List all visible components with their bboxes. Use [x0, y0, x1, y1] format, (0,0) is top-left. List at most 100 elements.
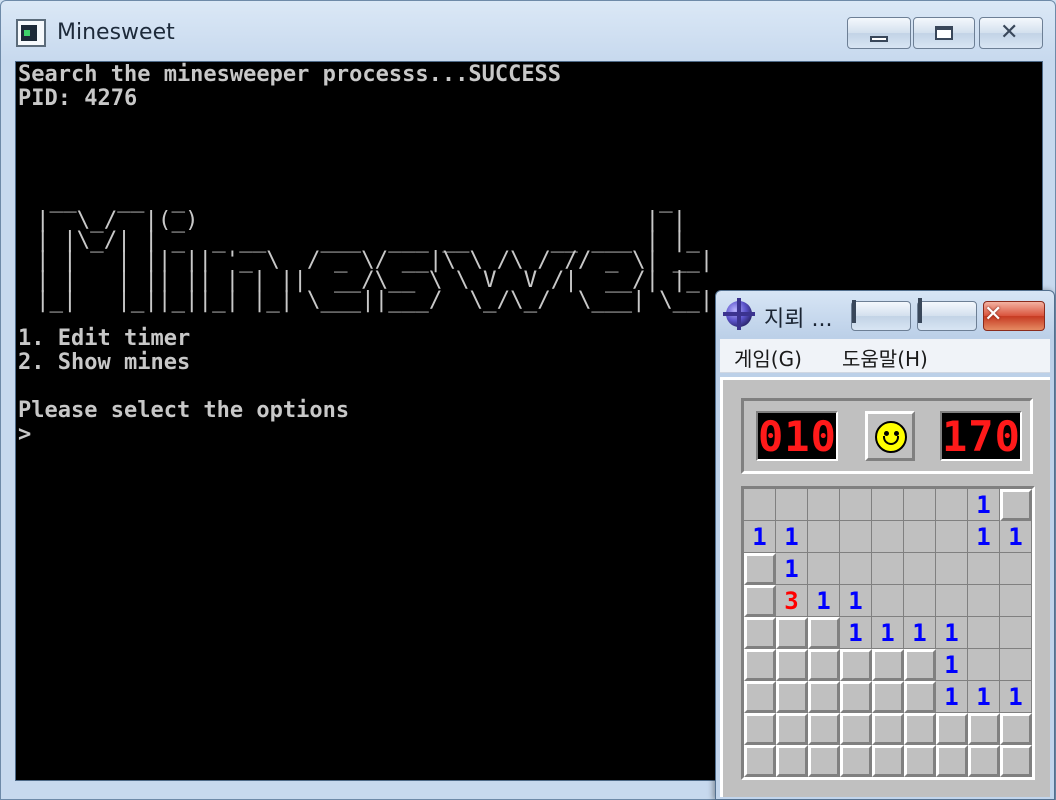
console-window-title: Minesweet: [57, 20, 175, 45]
mine-cell-open[interactable]: 1: [936, 649, 968, 681]
mine-cell-closed[interactable]: [872, 745, 904, 777]
mine-cell-closed[interactable]: [776, 617, 808, 649]
mine-cell-closed[interactable]: [1000, 745, 1032, 777]
mine-cell-open[interactable]: [936, 521, 968, 553]
mine-cell-closed[interactable]: [776, 649, 808, 681]
new-game-smiley-button[interactable]: [865, 411, 915, 461]
mine-cell-open[interactable]: [1000, 553, 1032, 585]
mine-cell-closed[interactable]: [744, 585, 776, 617]
mine-cell-open[interactable]: [968, 649, 1000, 681]
mine-cell-closed[interactable]: [744, 713, 776, 745]
mine-cell-closed[interactable]: [1000, 713, 1032, 745]
mine-cell-open[interactable]: [808, 521, 840, 553]
mine-cell-open[interactable]: 1: [840, 585, 872, 617]
mine-cell-closed[interactable]: [968, 745, 1000, 777]
mine-cell-open[interactable]: [968, 585, 1000, 617]
mine-cell-open[interactable]: [776, 489, 808, 521]
menu-game[interactable]: 게임(G): [734, 343, 802, 372]
ascii-art-banner: __ __ _ _ | \_/ |(_) | | | |\_/| | _ _ _…: [36, 187, 714, 313]
mine-cell-closed[interactable]: [744, 649, 776, 681]
mine-cell-open[interactable]: [872, 521, 904, 553]
maximize-icon: [935, 26, 953, 40]
mine-cell-open[interactable]: [872, 553, 904, 585]
mine-app-icon[interactable]: [726, 298, 752, 330]
mine-cell-open[interactable]: 1: [968, 681, 1000, 713]
mine-cell-open[interactable]: [840, 489, 872, 521]
mine-cell-open[interactable]: 1: [1000, 681, 1032, 713]
mine-cell-open[interactable]: [1000, 649, 1032, 681]
mine-cell-open[interactable]: [840, 521, 872, 553]
mine-cell-open[interactable]: 1: [936, 617, 968, 649]
mine-cell-open[interactable]: 1: [968, 521, 1000, 553]
mine-cell-closed[interactable]: [744, 745, 776, 777]
status-panel: 010 170: [741, 398, 1033, 474]
mine-cell-open[interactable]: [936, 553, 968, 585]
mine-cell-open[interactable]: 3: [776, 585, 808, 617]
mine-cell-closed[interactable]: [904, 681, 936, 713]
mine-cell-open[interactable]: [968, 553, 1000, 585]
console-maximize-button[interactable]: [913, 17, 975, 49]
mine-cell-open[interactable]: 1: [872, 617, 904, 649]
console-app-icon[interactable]: [16, 19, 46, 47]
mine-cell-open[interactable]: 1: [744, 521, 776, 553]
mine-cell-open[interactable]: 1: [808, 585, 840, 617]
mine-cell-open[interactable]: [872, 489, 904, 521]
mine-cell-closed[interactable]: [840, 681, 872, 713]
mine-cell-open[interactable]: 1: [776, 553, 808, 585]
mine-cell-open[interactable]: [904, 521, 936, 553]
mine-cell-open[interactable]: 1: [968, 489, 1000, 521]
mine-cell-open[interactable]: [744, 489, 776, 521]
mine-cell-open[interactable]: [840, 553, 872, 585]
mine-cell-open[interactable]: [1000, 585, 1032, 617]
menu-help[interactable]: 도움말(H): [842, 343, 928, 372]
mine-cell-open[interactable]: [936, 489, 968, 521]
mine-cell-open[interactable]: [904, 585, 936, 617]
smiley-face-icon: [875, 421, 907, 453]
mine-cell-open[interactable]: 1: [776, 521, 808, 553]
mine-cell-open[interactable]: [872, 585, 904, 617]
mine-cell-open[interactable]: [904, 553, 936, 585]
mine-cell-closed[interactable]: [776, 713, 808, 745]
mine-cell-closed[interactable]: [936, 713, 968, 745]
mine-cell-closed[interactable]: [808, 713, 840, 745]
mine-cell-open[interactable]: 1: [936, 681, 968, 713]
mine-cell-closed[interactable]: [904, 745, 936, 777]
mine-cell-closed[interactable]: [968, 713, 1000, 745]
mine-cell-closed[interactable]: [776, 681, 808, 713]
mine-cell-open[interactable]: 1: [904, 617, 936, 649]
console-titlebar[interactable]: Minesweet ✕: [1, 1, 1055, 61]
console-close-button[interactable]: ✕: [979, 17, 1043, 49]
minesweeper-minimize-button[interactable]: [851, 300, 911, 331]
mine-cell-open[interactable]: [968, 617, 1000, 649]
mine-cell-closed[interactable]: [808, 649, 840, 681]
mine-cell-closed[interactable]: [776, 745, 808, 777]
mine-cell-closed[interactable]: [904, 649, 936, 681]
mine-cell-open[interactable]: 1: [1000, 521, 1032, 553]
mine-cell-closed[interactable]: [744, 553, 776, 585]
mine-cell-closed[interactable]: [872, 681, 904, 713]
mine-cell-closed[interactable]: [808, 681, 840, 713]
console-minimize-button[interactable]: [847, 17, 911, 49]
minesweeper-close-button[interactable]: ✕: [983, 301, 1045, 331]
mine-cell-open[interactable]: [1000, 617, 1032, 649]
menu-bar: 게임(G) 도움말(H): [720, 339, 1050, 373]
mine-cell-open[interactable]: [904, 489, 936, 521]
mine-cell-closed[interactable]: [872, 713, 904, 745]
mine-cell-closed[interactable]: [840, 713, 872, 745]
mine-cell-open[interactable]: [808, 553, 840, 585]
mine-cell-open[interactable]: 1: [840, 617, 872, 649]
mine-cell-closed[interactable]: [904, 713, 936, 745]
mine-cell-open[interactable]: [936, 585, 968, 617]
mine-cell-closed[interactable]: [840, 745, 872, 777]
mine-cell-closed[interactable]: [808, 745, 840, 777]
mine-cell-closed[interactable]: [840, 649, 872, 681]
mine-cell-closed[interactable]: [1000, 489, 1032, 521]
mine-cell-open[interactable]: [808, 489, 840, 521]
mine-cell-closed[interactable]: [744, 617, 776, 649]
minesweeper-maximize-button[interactable]: [917, 298, 977, 331]
mine-cell-closed[interactable]: [744, 681, 776, 713]
mine-cell-closed[interactable]: [872, 649, 904, 681]
mine-cell-closed[interactable]: [808, 617, 840, 649]
mine-cell-closed[interactable]: [936, 745, 968, 777]
minesweeper-window: 지뢰 ... ✕ 게임(G) 도움말(H) 010 170 1111113111…: [715, 290, 1055, 800]
